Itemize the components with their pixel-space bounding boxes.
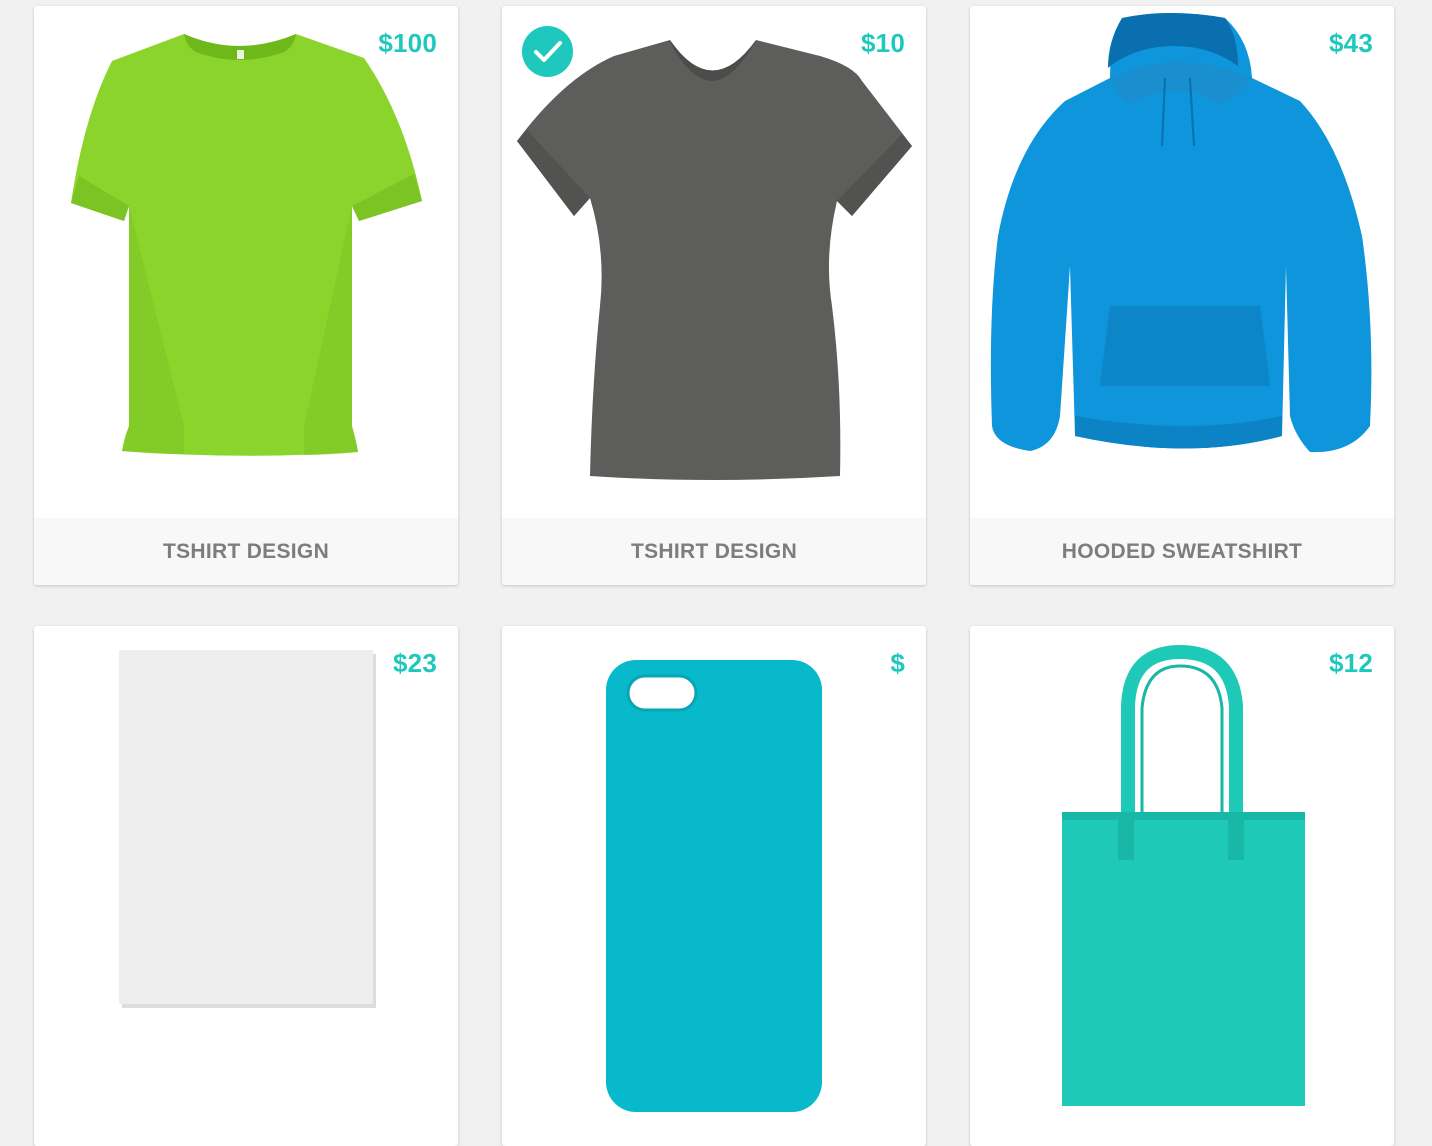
- price-label: $23: [393, 648, 437, 678]
- tshirt-icon: [71, 34, 422, 456]
- price-label: $43: [1329, 28, 1373, 58]
- product-image: $10: [502, 6, 926, 518]
- product-name: HOODED SWEATSHIRT: [970, 518, 1394, 585]
- product-image: $12: [970, 626, 1394, 1138]
- product-card-tote-bag[interactable]: $12: [970, 626, 1394, 1146]
- phone-case-icon: [606, 660, 822, 1112]
- product-image: $43: [970, 6, 1394, 518]
- hoodie-icon: [990, 13, 1372, 453]
- product-card-phone-case[interactable]: $: [502, 626, 926, 1146]
- tote-bag-icon: [1062, 644, 1305, 1106]
- product-image: $23: [34, 626, 458, 1138]
- selected-checkmark: [522, 26, 573, 77]
- product-name: TSHIRT DESIGN: [502, 518, 926, 585]
- price-label: $: [890, 648, 905, 678]
- price-label: $10: [861, 28, 905, 58]
- product-image: $100: [34, 6, 458, 518]
- poster-icon: [119, 650, 376, 1008]
- price-label: $12: [1329, 648, 1373, 678]
- product-card-hoodie[interactable]: $43 HOODED SWEATSHIRT: [970, 6, 1394, 585]
- checkmark-icon: [534, 41, 562, 62]
- product-card-tshirt-grey[interactable]: $10 TSHIRT DESIGN: [502, 6, 926, 585]
- product-image: $: [502, 626, 926, 1138]
- fitted-tshirt-icon: [517, 40, 912, 480]
- price-label: $100: [378, 28, 437, 58]
- product-name: TSHIRT DESIGN: [34, 518, 458, 585]
- product-card-poster[interactable]: $23: [34, 626, 458, 1146]
- product-card-tshirt-green[interactable]: $100 TSHIRT DESIGN: [34, 6, 458, 585]
